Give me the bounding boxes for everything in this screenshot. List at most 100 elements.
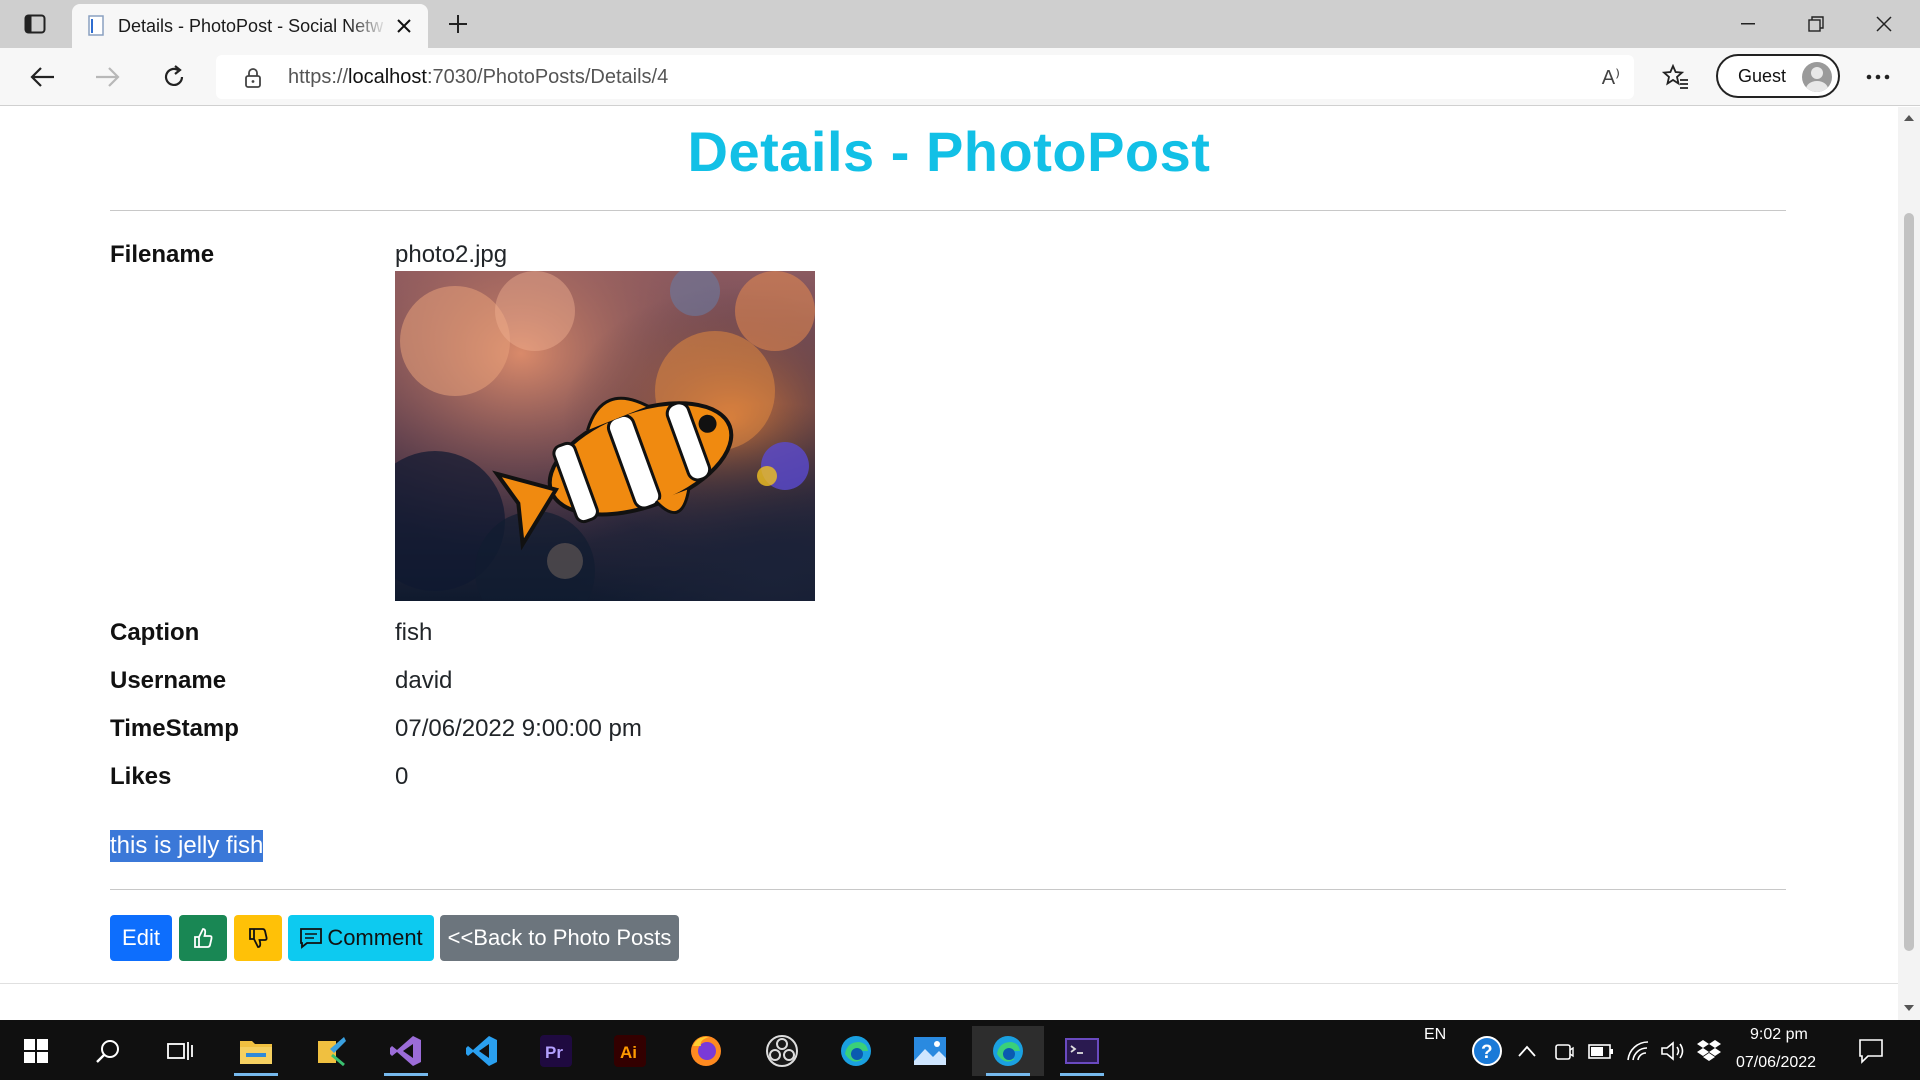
caption-value: fish (395, 619, 433, 646)
taskbar-illustrator[interactable]: Ai (600, 1026, 660, 1076)
taskbar-edge[interactable] (826, 1026, 886, 1076)
back-button[interactable] (22, 58, 62, 96)
thumbs-up-icon (194, 928, 213, 948)
profile-label: Guest (1738, 65, 1787, 86)
star-list-icon (1662, 64, 1688, 89)
page-favicon-icon (88, 15, 104, 36)
back-to-photo-posts-button[interactable]: <<Back to Photo Posts (440, 915, 679, 961)
search-button[interactable] (78, 1026, 138, 1076)
restore-button[interactable] (1782, 0, 1850, 48)
url-text[interactable]: https://localhost:7030/PhotoPosts/Detail… (288, 66, 668, 89)
taskbar-app-tool[interactable] (302, 1026, 362, 1076)
obs-icon (766, 1035, 798, 1067)
battery-icon[interactable] (1588, 1042, 1614, 1060)
thumbs-down-icon (249, 928, 268, 948)
clock-time[interactable]: 9:02 pm (1750, 1026, 1808, 1044)
taskbar-obs[interactable] (752, 1026, 812, 1076)
taskbar-vscode[interactable] (452, 1026, 512, 1076)
favorites-button[interactable] (1656, 58, 1696, 96)
forward-button[interactable] (88, 58, 128, 96)
visual-studio-icon (390, 1036, 421, 1066)
profile-button[interactable]: Guest (1716, 54, 1840, 98)
filename-value: photo2.jpg (395, 241, 508, 268)
arrow-right-icon (96, 67, 120, 87)
plus-icon (449, 15, 467, 33)
notifications-icon[interactable] (1858, 1038, 1884, 1064)
taskbar-terminal[interactable] (1052, 1026, 1112, 1076)
likes-value: 0 (395, 763, 409, 790)
close-window-button[interactable] (1850, 0, 1918, 48)
running-indicator (1060, 1073, 1104, 1076)
running-indicator (234, 1073, 278, 1076)
more-horizontal-icon (1866, 74, 1890, 80)
taskbar-premiere-pro[interactable]: Pr (526, 1026, 586, 1076)
comment-button[interactable]: Comment (288, 915, 434, 961)
address-bar[interactable]: https://localhost:7030/PhotoPosts/Detail… (216, 55, 1634, 99)
clock-date[interactable]: 07/06/2022 (1736, 1054, 1816, 1072)
clownfish-photo-image (395, 271, 815, 601)
tab-title: Details - PhotoPost - Social Netw (118, 15, 384, 36)
meet-now-icon[interactable] (1554, 1040, 1574, 1062)
dropbox-icon[interactable] (1696, 1038, 1722, 1062)
scrollbar-thumb[interactable] (1904, 213, 1914, 951)
close-icon (1876, 16, 1892, 32)
svg-text:Ai: Ai (620, 1043, 637, 1062)
windows-logo-icon (24, 1039, 48, 1063)
chat-icon (300, 928, 323, 949)
minimize-button[interactable] (1714, 0, 1782, 48)
taskbar-file-explorer[interactable] (226, 1026, 286, 1076)
svg-text:?: ? (1481, 1042, 1493, 1063)
post-photo (395, 271, 815, 601)
browser-tab-active[interactable]: Details - PhotoPost - Social Netw (72, 4, 428, 48)
edit-button[interactable]: Edit (110, 915, 172, 961)
premiere-pro-icon: Pr (540, 1035, 572, 1067)
app-tool-icon (318, 1037, 346, 1067)
taskbar-photos[interactable] (900, 1026, 960, 1076)
edge-icon (841, 1036, 871, 1066)
read-aloud-icon[interactable]: A⁾ (1602, 65, 1620, 90)
tab-actions-icon (24, 14, 46, 34)
edge-icon (993, 1036, 1023, 1066)
close-icon (397, 19, 411, 33)
refresh-button[interactable] (154, 58, 194, 96)
url-path: :7030/PhotoPosts/Details/4 (426, 66, 669, 88)
title-divider (110, 210, 1786, 211)
tab-actions-menu-button[interactable] (16, 8, 54, 40)
url-scheme: https:// (288, 66, 349, 88)
tab-strip: Details - PhotoPost - Social Netw (0, 0, 1920, 48)
folder-icon (240, 1041, 272, 1064)
chevron-up-icon[interactable] (1518, 1045, 1536, 1057)
new-tab-button[interactable] (440, 8, 476, 40)
taskbar-firefox[interactable] (676, 1026, 736, 1076)
input-language[interactable]: EN (1424, 1026, 1446, 1044)
scroll-down-arrow-icon[interactable] (1904, 1005, 1914, 1011)
start-button[interactable] (6, 1026, 66, 1076)
svg-text:Pr: Pr (545, 1043, 563, 1062)
comment-button-label: Comment (327, 925, 423, 950)
scroll-up-arrow-icon[interactable] (1904, 115, 1914, 121)
username-value: david (395, 667, 453, 694)
page-title: Details - PhotoPost (687, 120, 1211, 183)
url-host: localhost (348, 66, 427, 88)
lock-icon[interactable] (244, 67, 262, 89)
taskbar-edge-active[interactable] (972, 1026, 1044, 1076)
dislike-button[interactable] (234, 915, 282, 961)
task-view-icon (167, 1042, 193, 1060)
tab-close-button[interactable] (392, 14, 416, 38)
footer-divider (0, 983, 1898, 984)
settings-menu-button[interactable] (1858, 58, 1898, 96)
taskbar-visual-studio[interactable] (376, 1026, 436, 1076)
running-indicator (986, 1073, 1030, 1076)
like-button[interactable] (179, 915, 227, 961)
page-scrollbar[interactable] (1898, 107, 1920, 1020)
arrow-left-icon (30, 67, 54, 87)
illustrator-icon: Ai (614, 1035, 646, 1067)
guest-avatar-icon (1802, 62, 1832, 92)
firefox-icon (691, 1036, 721, 1066)
timestamp-value: 07/06/2022 9:00:00 pm (395, 715, 642, 742)
task-view-button[interactable] (150, 1026, 210, 1076)
volume-icon[interactable] (1660, 1040, 1686, 1062)
help-icon[interactable]: ? (1472, 1036, 1502, 1066)
browser-toolbar: https://localhost:7030/PhotoPosts/Detail… (0, 48, 1920, 106)
wifi-icon[interactable] (1626, 1040, 1650, 1062)
